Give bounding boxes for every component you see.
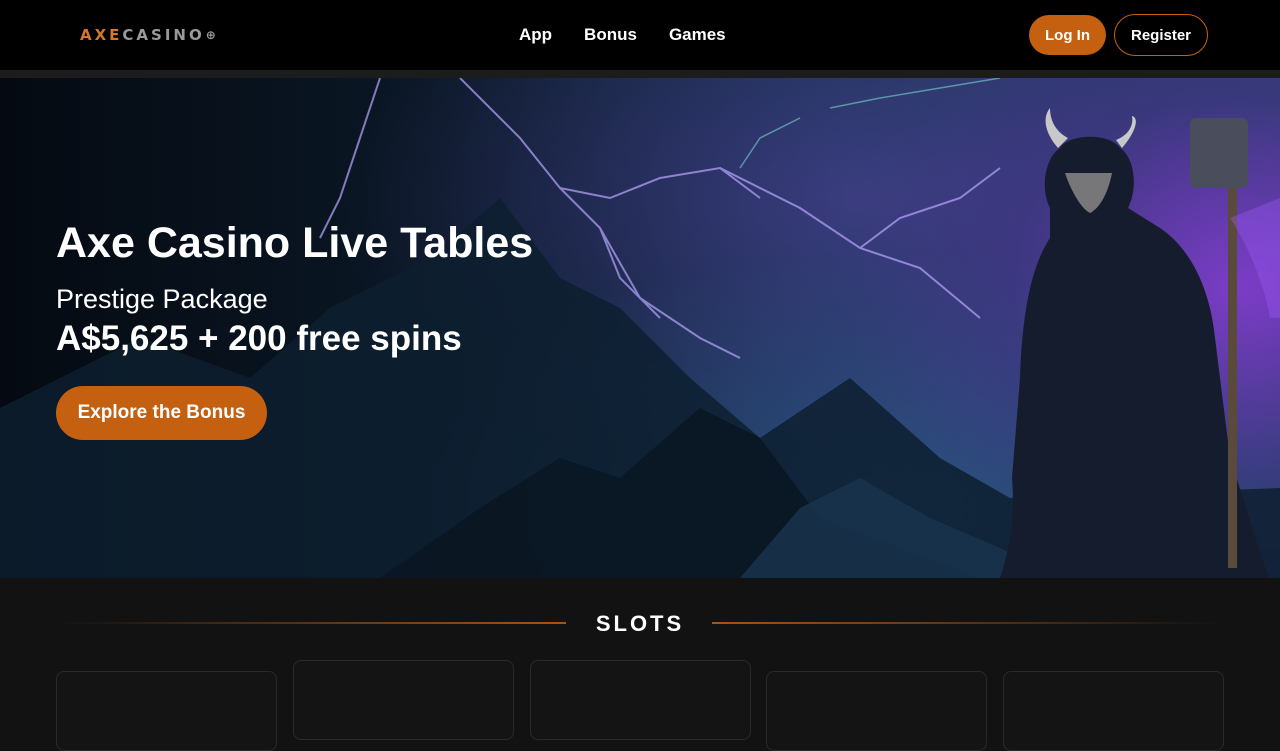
- slot-game-card[interactable]: [1003, 671, 1224, 751]
- hero-subtitle: Prestige Package: [56, 284, 268, 314]
- slots-divider-left: [56, 622, 566, 624]
- logo-text-casino: CASINO: [122, 26, 205, 44]
- viking-figure: [1000, 108, 1280, 578]
- login-button[interactable]: Log In: [1029, 15, 1106, 55]
- hero-bonus-amount: A$5,625 + 200 free spins: [56, 319, 462, 358]
- slots-section: SLOTS: [0, 578, 1280, 751]
- hero-banner: Axe Casino Live Tables Prestige Package …: [0, 78, 1280, 578]
- slots-divider-right: [712, 622, 1224, 624]
- register-button[interactable]: Register: [1114, 14, 1208, 56]
- nav-link-bonus[interactable]: Bonus: [584, 24, 637, 46]
- header-divider: [0, 70, 1280, 78]
- nav-link-games[interactable]: Games: [669, 24, 726, 46]
- main-nav: App Bonus Games: [519, 24, 726, 46]
- hero-title: Axe Casino Live Tables: [56, 219, 534, 267]
- site-header: AXE CASINO ⊕ App Bonus Games Log In Regi…: [0, 0, 1280, 70]
- axe-casino-logo[interactable]: AXE CASINO ⊕: [80, 26, 219, 44]
- explore-bonus-button[interactable]: Explore the Bonus: [56, 386, 267, 440]
- logo-text-axe: AXE: [80, 26, 123, 44]
- slot-game-card[interactable]: [293, 660, 514, 740]
- slot-game-card[interactable]: [766, 671, 987, 751]
- nav-link-app[interactable]: App: [519, 24, 552, 46]
- slots-heading: SLOTS: [595, 611, 685, 636]
- slot-game-card[interactable]: [56, 671, 277, 751]
- globe-icon: ⊕: [205, 28, 219, 42]
- slot-game-card[interactable]: [530, 660, 751, 740]
